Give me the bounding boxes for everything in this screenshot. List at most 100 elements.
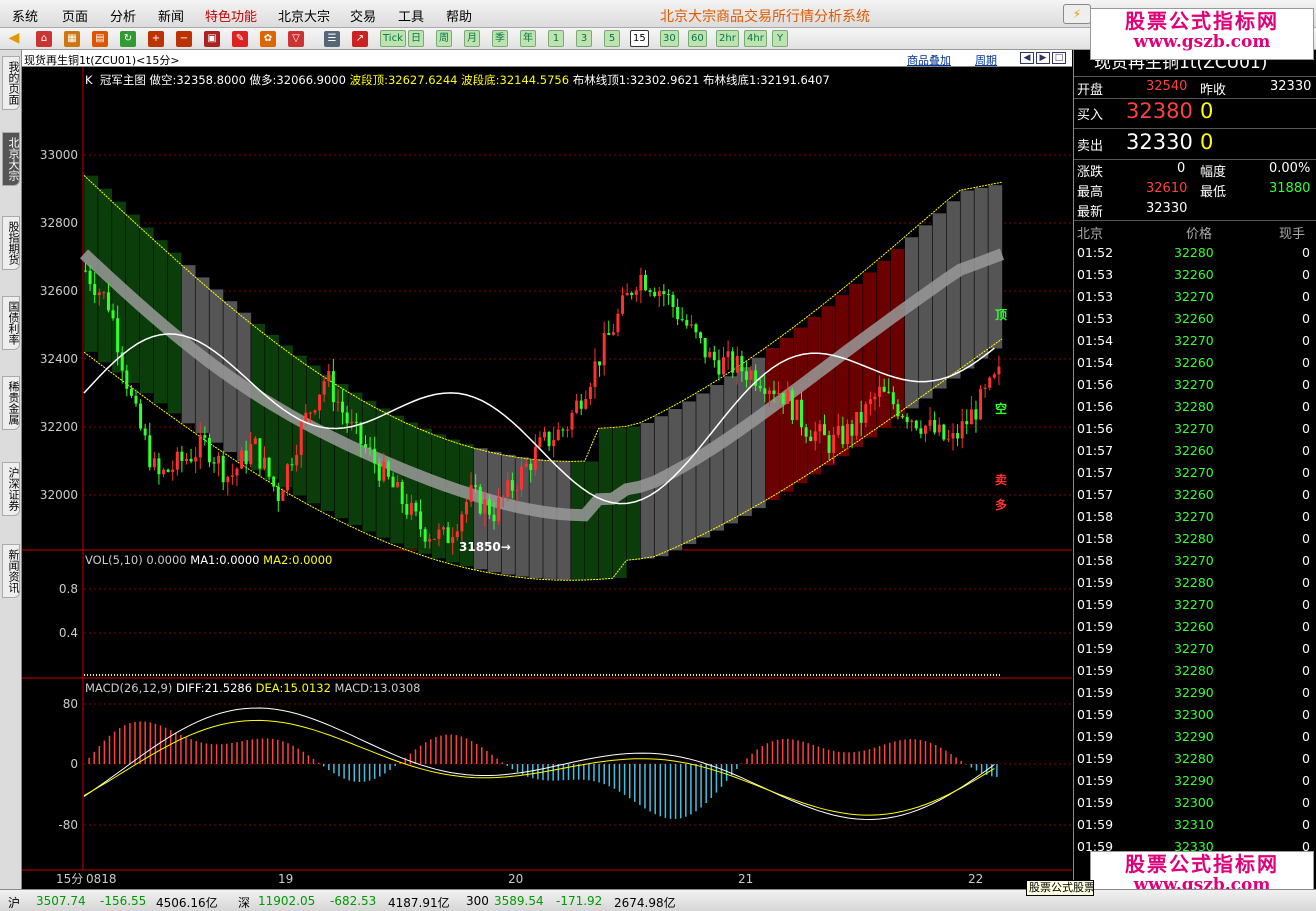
period-button-3[interactable]: 月 xyxy=(464,30,480,47)
period-button-10[interactable]: 30 xyxy=(660,30,679,47)
tick-price: 32280 xyxy=(1174,663,1214,678)
tick-price: 32300 xyxy=(1174,795,1214,810)
macd-tick-label: 0 xyxy=(70,757,78,771)
period-button-7[interactable]: 3 xyxy=(576,30,592,47)
chart-line-icon[interactable]: ↗ xyxy=(352,31,368,47)
hs300-label: 300 xyxy=(466,894,489,908)
paint-icon[interactable]: ✿ xyxy=(260,31,276,47)
period-button-8[interactable]: 5 xyxy=(604,30,620,47)
scroll-left-icon[interactable]: ◀ xyxy=(1020,52,1034,64)
period-button-1[interactable]: 日 xyxy=(408,30,424,47)
draw-pen-icon[interactable]: ✎ xyxy=(232,31,248,47)
menu-help[interactable]: 帮助 xyxy=(446,6,472,25)
time-axis-label: 19 xyxy=(278,872,293,886)
candle-body xyxy=(777,392,781,395)
band-segment xyxy=(500,454,516,576)
candle-body xyxy=(244,450,248,465)
left-tab-2[interactable]: 股指期货 xyxy=(2,216,20,270)
tick-volume: 0 xyxy=(1302,509,1310,524)
sz-index: 11902.05 xyxy=(258,894,316,908)
left-tab-5[interactable]: 沪深证券 xyxy=(2,462,20,516)
macd-dea-line xyxy=(83,719,995,816)
candle-body xyxy=(969,409,973,425)
menu-page[interactable]: 页面 xyxy=(62,6,88,25)
tick-row: 01:59 32270 0 xyxy=(1074,638,1316,660)
candle-body xyxy=(758,385,762,389)
candle-body xyxy=(290,464,294,466)
table-icon[interactable]: ☰ xyxy=(324,31,340,47)
candle-body xyxy=(914,420,918,429)
scroll-right-icon[interactable]: ▶ xyxy=(1036,52,1050,64)
menu-analysis[interactable]: 分析 xyxy=(110,6,136,25)
period-button-0[interactable]: Tick xyxy=(380,30,406,47)
candle-body xyxy=(800,399,804,428)
period-link[interactable]: 周期 xyxy=(975,52,997,68)
refresh-icon[interactable]: ↻ xyxy=(120,31,136,47)
zoom-in-icon[interactable]: + xyxy=(148,31,164,47)
candle-body xyxy=(299,422,303,456)
kline-chart[interactable]: 33000 32800 32600 32400 32200 32000 0.8 0.4 80 0 -… xyxy=(22,67,1072,888)
left-tab-6[interactable]: 新闻资讯 xyxy=(2,544,20,598)
tick-time: 01:56 xyxy=(1077,377,1114,392)
sell-volume: 0 xyxy=(1200,130,1214,154)
menu-news[interactable]: 新闻 xyxy=(158,6,184,25)
menu-system[interactable]: 系统 xyxy=(12,6,38,25)
period-button-4[interactable]: 季 xyxy=(492,30,508,47)
back-arrow-icon[interactable]: ◀ xyxy=(6,31,22,47)
period-button-13[interactable]: 4hr xyxy=(744,30,767,47)
candle-body xyxy=(992,374,996,378)
amplitude-value: 0.00% xyxy=(1269,161,1311,176)
menu-special[interactable]: 特色功能 xyxy=(205,6,257,25)
tick-price: 32260 xyxy=(1174,267,1214,282)
tick-volume: 0 xyxy=(1302,245,1310,260)
candle-body xyxy=(547,431,551,447)
change-label: 涨跌 xyxy=(1077,165,1104,180)
candle-body xyxy=(506,480,510,497)
menu-beijing[interactable]: 北京大宗 xyxy=(278,6,330,25)
zoom-out-icon[interactable]: − xyxy=(176,31,192,47)
sell-label: 卖出 xyxy=(1077,139,1104,154)
filter-icon[interactable]: ▽ xyxy=(288,31,304,47)
left-tab-4[interactable]: 稀贵金属 xyxy=(2,376,20,430)
candle-body xyxy=(767,390,771,394)
tick-volume: 0 xyxy=(1302,443,1310,458)
left-tab-1[interactable]: 北京大宗 xyxy=(2,132,20,186)
candle-body xyxy=(451,537,455,543)
candle-body xyxy=(501,496,505,498)
period-button-9[interactable]: 15 xyxy=(630,30,649,47)
tick-price: 32290 xyxy=(1174,729,1214,744)
period-button-11[interactable]: 60 xyxy=(688,30,707,47)
left-tab-3[interactable]: 国债利率 xyxy=(2,296,20,350)
expand-icon[interactable]: □ xyxy=(1052,52,1066,64)
vol-tick-label: 0.8 xyxy=(59,582,78,596)
band-segment xyxy=(973,187,989,360)
period-button-14[interactable]: Y xyxy=(772,30,788,47)
period-button-2[interactable]: 周 xyxy=(436,30,452,47)
period-button-6[interactable]: 1 xyxy=(548,30,564,47)
band-segment xyxy=(918,224,934,400)
overlay-link[interactable]: 商品叠加 xyxy=(907,52,951,68)
candle-body xyxy=(676,306,680,320)
menu-trade[interactable]: 交易 xyxy=(350,6,376,25)
left-tab-0[interactable]: 我的页面 xyxy=(2,56,20,110)
home-icon[interactable]: ⌂ xyxy=(36,31,52,47)
price-tick-label: 32600 xyxy=(40,284,78,298)
candle-body xyxy=(749,370,753,380)
app-title: 北京大宗商品交易所行情分析系统 xyxy=(660,9,870,25)
period-button-5[interactable]: 年 xyxy=(520,30,536,47)
macd-value: MACD:13.0308 xyxy=(334,681,421,695)
period-button-12[interactable]: 2hr xyxy=(716,30,739,47)
sh-change: -156.55 xyxy=(100,894,147,908)
market-icon[interactable]: ▦ xyxy=(64,31,80,47)
band-segment xyxy=(765,347,781,501)
watermark-line1-b: 股票公式指标网 xyxy=(1125,852,1279,876)
report-icon[interactable]: ▤ xyxy=(92,31,108,47)
low-marker-label: 31850→ xyxy=(459,540,511,554)
flash-icon[interactable]: ⚡ xyxy=(1063,4,1091,24)
menu-tools[interactable]: 工具 xyxy=(398,6,424,25)
tick-row: 01:59 32310 0 xyxy=(1074,814,1316,836)
window-icon[interactable]: ▣ xyxy=(204,31,220,47)
candle-body xyxy=(680,319,684,321)
tick-row: 01:54 32260 0 xyxy=(1074,352,1316,374)
vol-tick-label: 0.4 xyxy=(59,626,78,640)
